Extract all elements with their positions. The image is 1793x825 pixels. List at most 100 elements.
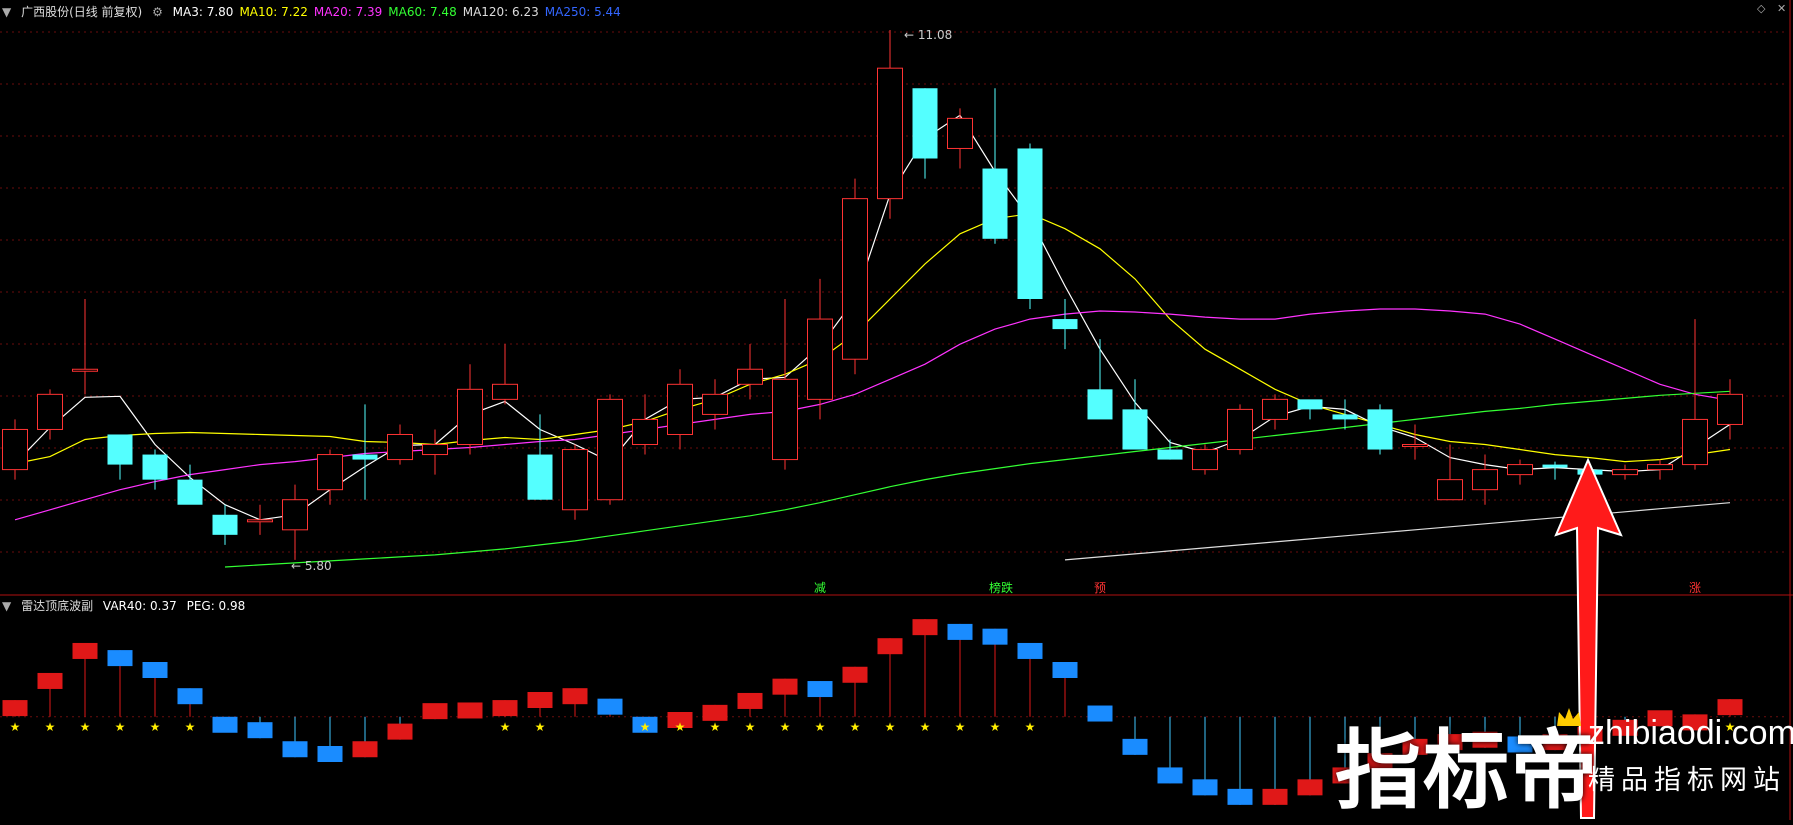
oscillator-bar xyxy=(177,688,203,717)
oscillator-block xyxy=(37,672,63,689)
oscillator-block xyxy=(1157,767,1183,784)
sub-header: ▼ 雷达顶底波副 VAR40: 0.37 PEG: 0.98 xyxy=(2,597,251,614)
oscillator-bar xyxy=(982,628,1008,717)
star-icon: ★ xyxy=(45,720,56,734)
oscillator-block xyxy=(282,741,308,758)
candle-body xyxy=(142,454,168,480)
oscillator-block xyxy=(1297,779,1323,796)
oscillator-block xyxy=(1192,779,1218,796)
oscillator-block xyxy=(317,746,343,762)
candle xyxy=(912,88,938,179)
candle-body xyxy=(1437,479,1463,501)
oscillator-bar xyxy=(842,666,868,717)
signal-marker: 涨 xyxy=(1689,580,1701,595)
candle-body xyxy=(72,368,98,372)
candle-body xyxy=(1192,449,1218,471)
candle xyxy=(352,404,378,500)
nav-diamond-icon[interactable]: ◇ xyxy=(1757,2,1765,15)
candle xyxy=(1367,404,1393,455)
candle-body xyxy=(667,383,693,435)
oscillator-bar xyxy=(1052,662,1078,717)
oscillator-block xyxy=(1227,788,1253,805)
oscillator-bar xyxy=(317,716,343,762)
ma-legend-item: MA3: 7.80 xyxy=(172,5,234,19)
oscillator-block xyxy=(702,704,728,721)
oscillator-bar xyxy=(107,650,133,717)
candle-body xyxy=(912,88,938,159)
oscillator-block xyxy=(1122,738,1148,755)
candle-body xyxy=(492,383,518,400)
candle xyxy=(1332,399,1358,430)
star-icon: ★ xyxy=(535,720,546,734)
candle-body xyxy=(1262,398,1288,420)
star-icon: ★ xyxy=(745,720,756,734)
candle-body xyxy=(422,444,448,456)
candle-body xyxy=(1052,319,1078,330)
oscillator-bar xyxy=(387,716,413,740)
low-price-label: ← 5.80 xyxy=(291,559,332,573)
candle-body xyxy=(632,418,658,446)
candle xyxy=(282,484,308,560)
candle xyxy=(947,108,973,169)
candle-body xyxy=(947,117,973,149)
candle-body xyxy=(37,393,63,430)
oscillator-bar xyxy=(772,678,798,717)
oscillator-bar xyxy=(947,623,973,717)
candle-body xyxy=(2,428,28,471)
oscillator-bar xyxy=(457,702,483,719)
chart-stage: ← 11.08← 5.80减 榜跌预涨 ★ ★ ★ ★ ★ ★ ★ ★ ★ ★ ★ ★ ★ ★ ★ ★ ★ ★ ★ ★ ★ xyxy=(0,0,1793,820)
peg-value: PEG: 0.98 xyxy=(186,599,246,613)
candle-body xyxy=(1542,464,1568,468)
candle xyxy=(1297,399,1323,420)
high-price-label: ← 11.08 xyxy=(904,28,952,42)
ma-line-ma3 xyxy=(14,114,1731,521)
signal-marker: 榜跌 xyxy=(989,580,1013,595)
oscillator-bar xyxy=(912,619,938,717)
candle-body xyxy=(1157,449,1183,460)
oscillator-bar xyxy=(1017,642,1043,717)
candle-body xyxy=(1017,148,1043,299)
candle xyxy=(1647,459,1673,480)
oscillator-block xyxy=(387,723,413,740)
oscillator-bar xyxy=(1087,705,1113,722)
oscillator-block xyxy=(842,666,868,683)
candle-body xyxy=(1507,464,1533,476)
oscillator-bar xyxy=(212,716,238,733)
candle xyxy=(1087,339,1113,420)
candle xyxy=(667,369,693,450)
ma-legend-item: MA60: 7.48 xyxy=(388,5,457,19)
candle xyxy=(807,278,833,420)
oscillator-bar xyxy=(282,716,308,758)
candle-body xyxy=(1682,418,1708,466)
star-icon: ★ xyxy=(780,720,791,734)
collapse-icon[interactable]: ▼ xyxy=(2,599,11,613)
settings-icon[interactable]: ⚙ xyxy=(152,5,163,19)
candle-body xyxy=(247,519,273,523)
oscillator-block xyxy=(212,716,238,733)
watermark-url: zhibiaodi.com xyxy=(1588,714,1793,752)
candle xyxy=(212,504,238,545)
collapse-icon[interactable]: ▼ xyxy=(2,5,11,19)
oscillator-bar xyxy=(422,703,448,720)
candle-body xyxy=(107,434,133,465)
close-icon[interactable]: ✕ xyxy=(1777,2,1786,15)
candle xyxy=(1612,464,1638,480)
candle xyxy=(37,389,63,440)
oscillator-block xyxy=(492,700,518,717)
candle-body xyxy=(1227,408,1253,451)
star-icon: ★ xyxy=(955,720,966,734)
candle xyxy=(842,178,868,375)
ma-line-ma120 xyxy=(1064,502,1731,561)
candlestick-series xyxy=(2,30,1743,560)
ma-legend: MA3: 7.80 MA10: 7.22 MA20: 7.39 MA60: 7.48 M… xyxy=(173,5,627,19)
oscillator-bar xyxy=(877,638,903,717)
candle xyxy=(1542,461,1568,480)
oscillator-bar xyxy=(37,672,63,717)
candle-body xyxy=(807,318,833,400)
candle-body xyxy=(1297,399,1323,410)
oscillator-bar xyxy=(1297,716,1323,796)
ma-legend-item: MA250: 5.44 xyxy=(544,5,621,19)
watermark-logo: 指标帝 xyxy=(1335,721,1599,821)
oscillator-block xyxy=(177,688,203,705)
candle xyxy=(1052,299,1078,350)
